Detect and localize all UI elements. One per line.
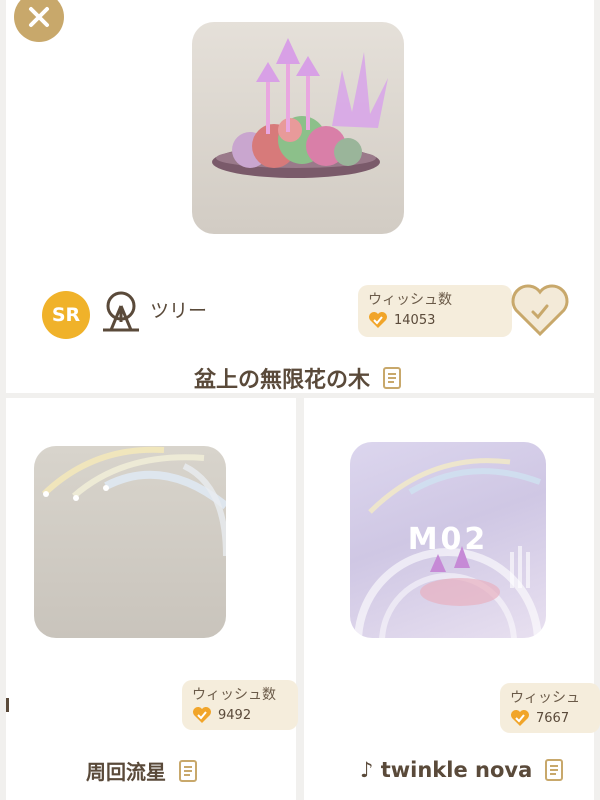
wish-label: ウィッシュ数 bbox=[192, 687, 276, 703]
featured-item-thumbnail[interactable] bbox=[192, 22, 404, 234]
item-title-1: 周回流星 bbox=[86, 756, 200, 785]
item-card-2[interactable]: M02 ウィッシュ 7667 ♪ twinkle nova bbox=[304, 398, 600, 800]
featured-item-title: 盆上の無限花の木 bbox=[194, 362, 404, 394]
wish-count-box: ウィッシュ数 14053 bbox=[358, 285, 512, 337]
wish-count: 14053 bbox=[394, 312, 436, 328]
shooting-star-image bbox=[41, 446, 226, 557]
close-button[interactable] bbox=[14, 0, 64, 42]
document-icon[interactable] bbox=[382, 366, 404, 390]
item-thumbnail-1[interactable] bbox=[34, 446, 226, 638]
tree-icon bbox=[103, 291, 139, 332]
item-title-2: ♪ twinkle nova bbox=[360, 758, 566, 782]
rarity-badge: SR bbox=[42, 291, 90, 339]
wish-label: ウィッシュ bbox=[510, 690, 580, 706]
featured-title-text: 盆上の無限花の木 bbox=[194, 368, 371, 393]
item-thumbnail-2[interactable]: M02 bbox=[350, 442, 546, 638]
wish-label: ウィッシュ数 bbox=[368, 292, 452, 308]
item-title-text: 周回流星 bbox=[86, 760, 166, 784]
wish-heart-button[interactable] bbox=[510, 282, 570, 338]
category-label: ツリー bbox=[150, 300, 208, 322]
item-card-1[interactable]: ウィッシュ数 9492 周回流星 bbox=[6, 398, 298, 800]
item-title-text: ♪ twinkle nova bbox=[360, 758, 533, 782]
document-icon[interactable] bbox=[544, 758, 566, 782]
wish-count: 9492 bbox=[218, 707, 252, 723]
edge-marker bbox=[6, 698, 9, 712]
wish-count-box: ウィッシュ数 9492 bbox=[182, 680, 298, 730]
close-icon bbox=[29, 7, 49, 27]
item-code-badge: M02 bbox=[407, 522, 489, 557]
heart-icon bbox=[193, 707, 211, 723]
bonsai-flower-tree-image bbox=[212, 38, 388, 178]
heart-icon bbox=[369, 312, 387, 328]
document-icon[interactable] bbox=[178, 759, 200, 783]
featured-item-panel: SR ツリー ウィッシュ数 14053 盆上の無限花の木 bbox=[6, 0, 594, 393]
heart-icon bbox=[511, 710, 529, 726]
wish-count-box: ウィッシュ 7667 bbox=[500, 683, 600, 733]
wish-count: 7667 bbox=[536, 710, 570, 726]
